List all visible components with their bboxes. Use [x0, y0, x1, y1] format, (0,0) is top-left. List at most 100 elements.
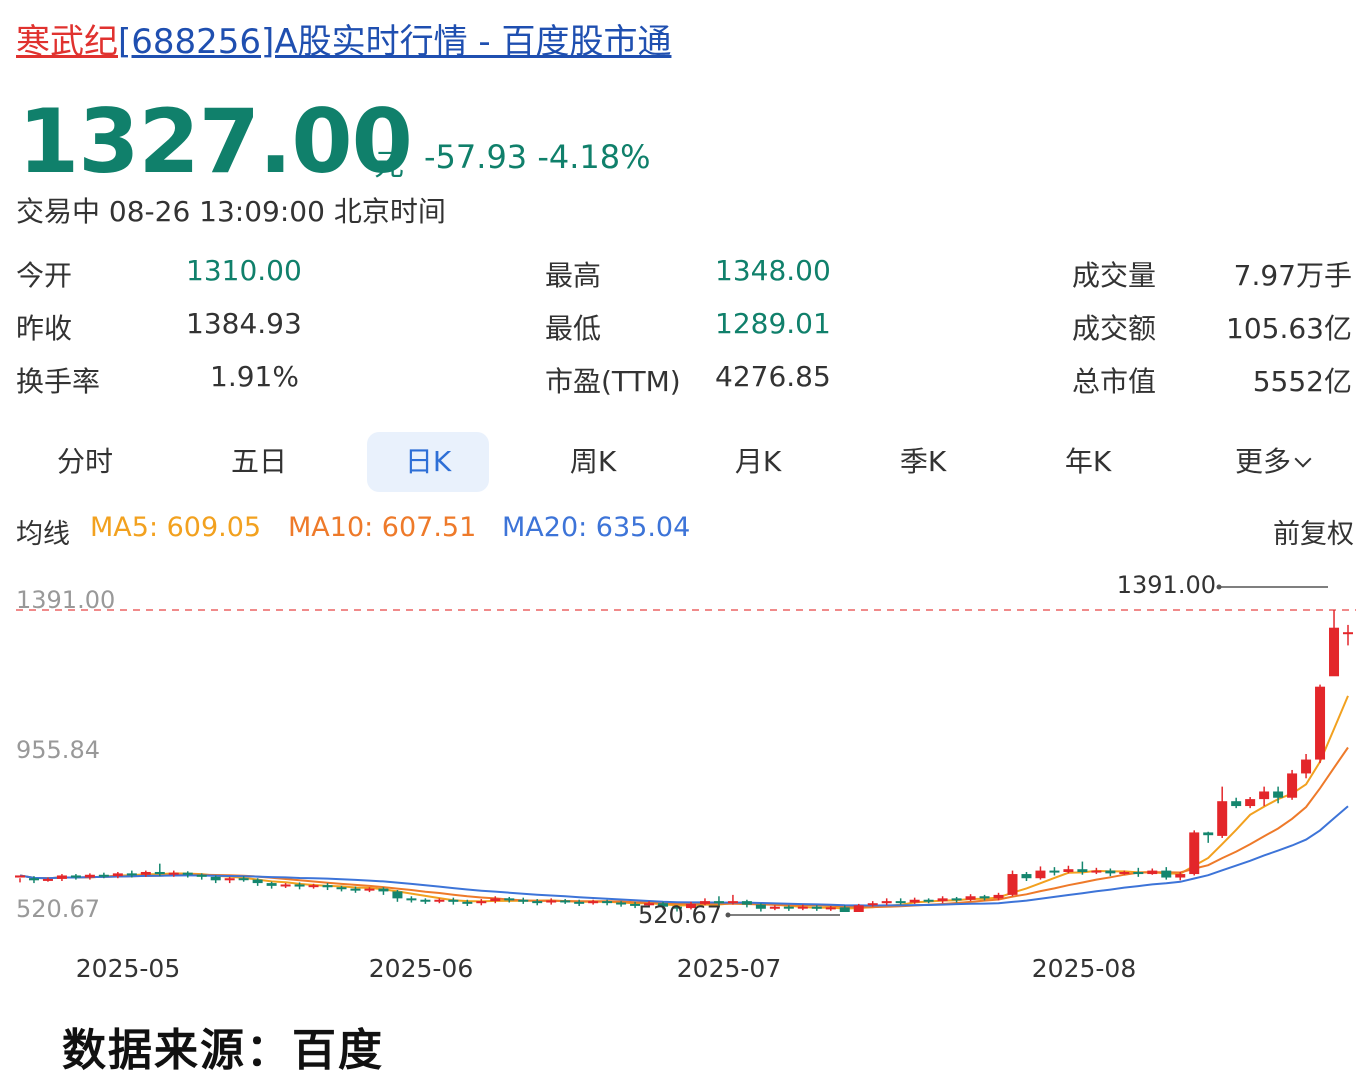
y-tick-low: 520.67: [16, 895, 100, 923]
candle: [1315, 684, 1326, 764]
candle-body: [1035, 870, 1046, 879]
candle: [741, 899, 752, 908]
stat-label-prev-close: 昨收: [16, 312, 73, 345]
candle-body: [448, 899, 459, 902]
ma20-line: [19, 805, 1349, 907]
candle: [1343, 624, 1353, 646]
candle-body: [518, 899, 529, 902]
tab-more[interactable]: 更多: [1212, 432, 1332, 492]
tab-weekly-k[interactable]: 周K: [538, 432, 648, 492]
stock-name[interactable]: 寒武纪: [16, 22, 118, 62]
candle-body: [923, 899, 934, 902]
candle-body: [965, 896, 976, 900]
candle: [420, 898, 431, 904]
candle-body: [741, 901, 752, 905]
candle: [84, 873, 95, 880]
candle-body: [1105, 870, 1116, 874]
adjust-mode[interactable]: 前复权: [1273, 512, 1354, 551]
kline-chart[interactable]: 1391.00 955.84 520.67 1391.00 520.67 202…: [0, 560, 1370, 1000]
candle-body: [811, 906, 822, 909]
high-marker-label: 1391.00: [1117, 571, 1216, 599]
candle: [1189, 830, 1200, 876]
candle: [951, 896, 962, 903]
y-tick-high: 1391.00: [16, 586, 115, 614]
candle-body: [1203, 832, 1214, 836]
page-title-link[interactable]: 寒武纪[688256]A股实时行情 - 百度股市通: [16, 18, 671, 66]
candle: [1105, 868, 1116, 877]
candle: [1259, 786, 1270, 807]
candle-body: [294, 884, 305, 887]
candle-body: [979, 896, 990, 899]
tab-intraday[interactable]: 分时: [30, 432, 140, 492]
stat-value-high: 1348.00: [715, 254, 831, 287]
tab-yearly-k[interactable]: 年K: [1033, 432, 1143, 492]
candle-body: [1133, 871, 1144, 875]
candle-body: [1077, 869, 1088, 872]
candle-body: [420, 899, 431, 902]
candle: [1007, 870, 1018, 897]
candle-body: [1217, 801, 1228, 836]
stat-label-turnover: 成交额: [1072, 312, 1157, 345]
candle: [476, 899, 487, 906]
candle-body: [1175, 874, 1186, 878]
candle: [1203, 831, 1214, 843]
ma10-legend: MA10: 607.51: [288, 512, 477, 543]
ma5-legend: MA5: 609.05: [90, 512, 262, 543]
candle-body: [224, 878, 235, 881]
candle-body: [210, 876, 221, 881]
candle-body: [15, 875, 25, 878]
candle-body: [1301, 759, 1312, 774]
candle-body: [1049, 870, 1060, 873]
candle-body: [364, 888, 375, 891]
candle-body: [42, 878, 53, 881]
change-value: -57.93: [424, 138, 528, 176]
candle-body: [322, 885, 333, 888]
tab-five-day[interactable]: 五日: [204, 432, 314, 492]
stat-label-pe: 市盈(TTM): [545, 365, 681, 398]
candle-body: [1063, 869, 1074, 872]
candle-body: [797, 906, 808, 909]
candle-body: [168, 872, 179, 875]
candle-body: [490, 898, 501, 902]
stat-value-turnover-rate: 1.91%: [210, 360, 299, 393]
candle-body: [867, 903, 878, 906]
candle-body: [881, 901, 892, 904]
candle: [266, 881, 277, 889]
candle-body: [1007, 874, 1018, 895]
candle: [1301, 754, 1312, 779]
candle-body: [154, 871, 165, 875]
stat-label-turnover-rate: 换手率: [16, 365, 101, 398]
candle: [546, 898, 557, 905]
candle-body: [1147, 870, 1158, 875]
candle: [1147, 868, 1158, 875]
candle-body: [266, 883, 277, 886]
candle-body: [1091, 870, 1102, 873]
stat-value-open: 1310.00: [186, 254, 302, 287]
candle: [1231, 797, 1242, 809]
candle: [322, 883, 333, 891]
candle-body: [1189, 832, 1200, 875]
candle-body: [588, 901, 599, 904]
candle-body: [1119, 871, 1130, 874]
tab-monthly-k[interactable]: 月K: [703, 432, 813, 492]
candle-body: [406, 898, 417, 901]
candle-body: [993, 894, 1004, 899]
candle: [15, 875, 25, 883]
source-caption: 数据来源：百度: [62, 1025, 384, 1076]
stat-value-volume: 7.97万手: [1233, 259, 1352, 292]
title-rest[interactable]: [688256]A股实时行情 - 百度股市通: [118, 22, 671, 62]
candle: [392, 890, 403, 902]
stat-label-volume: 成交量: [1072, 259, 1157, 292]
candle: [560, 899, 571, 904]
tab-daily-k[interactable]: 日K: [367, 432, 489, 492]
x-tick-aug: 2025-08: [1032, 954, 1136, 983]
candle: [406, 896, 417, 903]
stat-label-high: 最高: [545, 259, 602, 292]
candle-body: [1231, 801, 1242, 807]
candle-body: [1245, 799, 1256, 807]
tab-quarterly-k[interactable]: 季K: [868, 432, 978, 492]
x-tick-jul: 2025-07: [677, 954, 781, 983]
tab-more-label: 更多: [1234, 445, 1291, 478]
candle-body: [336, 887, 347, 890]
candle: [1245, 797, 1256, 809]
